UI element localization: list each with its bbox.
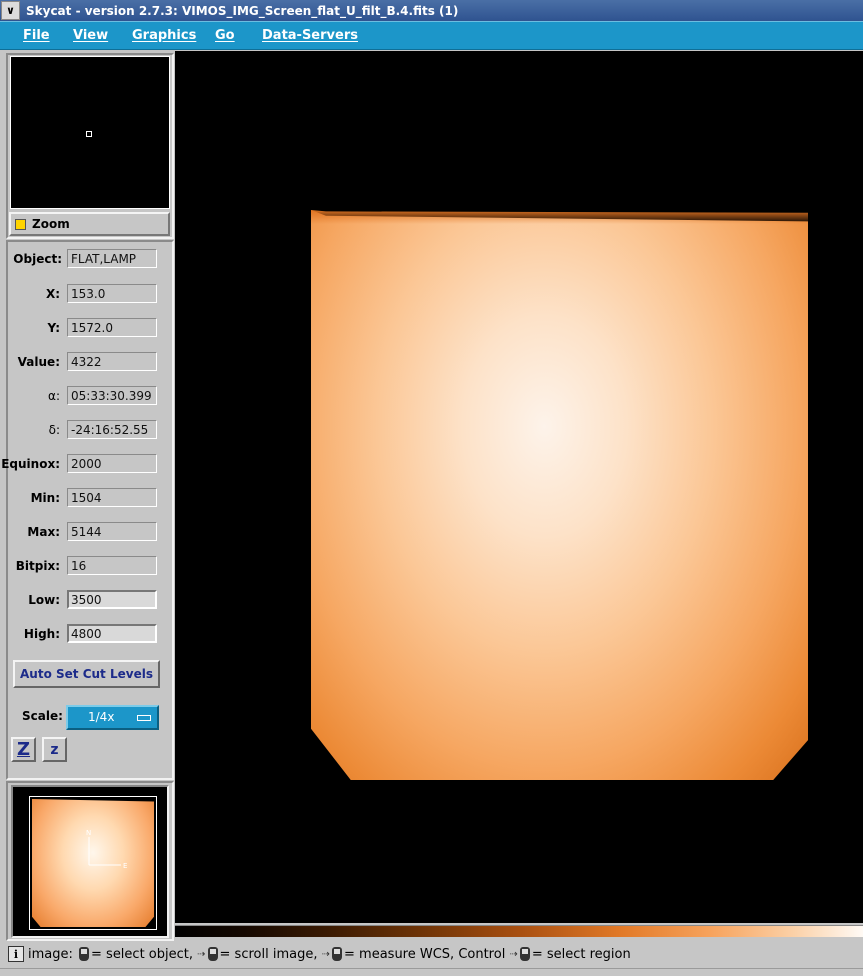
image-canvas[interactable]	[175, 51, 863, 923]
equinox-label-row: Equinox:	[1, 454, 60, 474]
y-field: 1572.0	[67, 318, 157, 337]
value-label: Value:	[17, 355, 60, 369]
ra-label-row: α:	[8, 386, 60, 406]
zoom-toggle-button[interactable]: Zoom	[9, 212, 170, 236]
mouse-icon	[519, 947, 530, 961]
y-label: Y:	[47, 321, 60, 335]
object-label-row: Object:	[8, 249, 62, 269]
drag-arrow-icon: ⇢	[509, 948, 518, 960]
flat-field-top-edge	[311, 210, 808, 224]
dec-label: δ:	[48, 423, 60, 437]
menu-view[interactable]: View	[73, 28, 108, 43]
bitpix-field: 16	[67, 556, 157, 575]
auto-set-cut-levels-button[interactable]: Auto Set Cut Levels	[13, 660, 160, 688]
mouse-icon	[332, 947, 343, 961]
ra-field: 05:33:30.399	[67, 386, 157, 405]
zoom-in-button[interactable]: Z	[11, 737, 36, 762]
dropdown-icon	[137, 715, 151, 721]
panner-view[interactable]: N E	[11, 785, 169, 938]
zoom-cursor-marker	[86, 131, 92, 137]
compass-east-label: E	[123, 862, 127, 870]
bitpix-label-row: Bitpix:	[8, 556, 60, 576]
status-text-2: = scroll image,	[219, 946, 318, 962]
chevron-down-icon: ∨	[6, 4, 15, 17]
info-icon: i	[8, 946, 24, 962]
high-label: High:	[23, 627, 60, 641]
low-cut-input[interactable]	[67, 590, 157, 609]
drag-arrow-icon: ⇢	[197, 948, 206, 960]
menu-bar: File View Graphics Go Data-Servers	[0, 21, 863, 50]
drag-arrow-icon: ⇢	[321, 948, 331, 960]
window-menu-button[interactable]: ∨	[1, 1, 20, 20]
object-field: FLAT,LAMP	[67, 249, 157, 268]
value-label-row: Value:	[8, 352, 60, 372]
scale-label: Scale:	[22, 709, 63, 723]
zoom-toggle-label: Zoom	[32, 217, 70, 231]
menu-data-servers[interactable]: Data-Servers	[262, 28, 358, 43]
value-field: 4322	[67, 352, 157, 371]
zoom-indicator	[15, 218, 26, 230]
x-label: X:	[45, 287, 60, 301]
x-label-row: X:	[8, 284, 60, 304]
bitpix-label: Bitpix:	[15, 559, 60, 573]
dec-label-row: δ:	[8, 420, 60, 440]
compass-icon: N E	[86, 829, 127, 870]
scale-select[interactable]: 1/4x	[66, 705, 159, 730]
bottom-border	[0, 968, 863, 976]
zoom-view[interactable]	[10, 56, 170, 209]
object-label: Object:	[13, 252, 62, 266]
min-label: Min:	[30, 491, 60, 505]
status-text-4: = select region	[531, 946, 631, 962]
dec-field: -24:16:52.55	[67, 420, 157, 439]
zoom-out-button[interactable]: z	[42, 737, 67, 762]
max-label-row: Max:	[8, 522, 60, 542]
title-bar: ∨ Skycat - version 2.7.3: VIMOS_IMG_Scre…	[0, 0, 863, 21]
menu-graphics[interactable]: Graphics	[132, 28, 196, 43]
status-text-3: = measure WCS, Control	[344, 946, 506, 962]
scale-value: 1/4x	[88, 710, 115, 724]
window-title: Skycat - version 2.7.3: VIMOS_IMG_Screen…	[26, 3, 459, 18]
colorbar	[175, 925, 863, 937]
ra-label: α:	[48, 389, 60, 403]
equinox-field: 2000	[67, 454, 157, 473]
min-field: 1504	[67, 488, 157, 507]
low-label-row: Low:	[8, 590, 60, 610]
menu-go[interactable]: Go	[215, 28, 235, 43]
max-field: 5144	[67, 522, 157, 541]
high-label-row: High:	[8, 624, 60, 644]
status-prefix: image:	[28, 946, 73, 962]
menu-file[interactable]: File	[23, 28, 50, 43]
status-bar: i image: = select object, ⇢ = scroll ima…	[8, 942, 863, 966]
compass-north-label: N	[86, 829, 91, 837]
mouse-icon	[207, 947, 218, 961]
equinox-label: Equinox:	[1, 457, 60, 471]
high-cut-input[interactable]	[67, 624, 157, 643]
status-text-1: = select object,	[91, 946, 193, 962]
max-label: Max:	[27, 525, 60, 539]
low-label: Low:	[28, 593, 60, 607]
x-field: 153.0	[67, 284, 157, 303]
flat-field-image	[311, 210, 808, 780]
min-label-row: Min:	[8, 488, 60, 508]
y-label-row: Y:	[8, 318, 60, 338]
mouse-icon	[79, 947, 90, 961]
